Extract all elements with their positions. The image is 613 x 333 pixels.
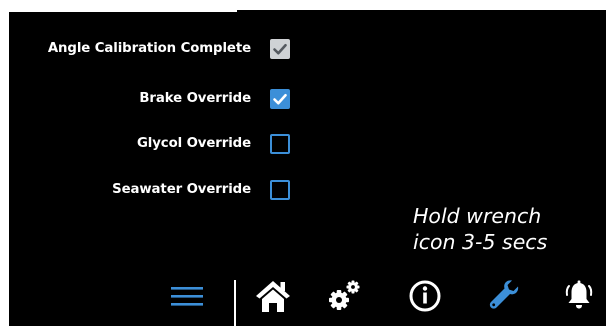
- angle-calibration-checkbox[interactable]: [270, 39, 290, 59]
- top-strip: [9, 10, 237, 12]
- toolbar-divider: [234, 280, 236, 326]
- option-label: Angle Calibration Complete: [47, 41, 251, 56]
- settings-panel: Angle Calibration Complete Brake Overrid…: [9, 10, 606, 326]
- option-label: Brake Override: [139, 91, 251, 106]
- option-seawater-override[interactable]: Seawater Override: [9, 179, 309, 205]
- screen: Angle Calibration Complete Brake Overrid…: [0, 0, 613, 333]
- option-label: Glycol Override: [136, 136, 251, 151]
- menu-icon[interactable]: [168, 275, 208, 315]
- checkmark-icon: [273, 43, 287, 55]
- info-icon[interactable]: [405, 275, 445, 315]
- glycol-override-checkbox[interactable]: [270, 134, 290, 154]
- home-icon[interactable]: [253, 275, 293, 315]
- option-brake-override[interactable]: Brake Override: [9, 88, 309, 114]
- brake-override-checkbox[interactable]: [270, 89, 290, 109]
- checkmark-icon: [273, 93, 287, 105]
- wrench-hint: Hold wrench icon 3-5 secs: [413, 203, 547, 255]
- hint-line-2: icon 3-5 secs: [413, 230, 548, 254]
- seawater-override-checkbox[interactable]: [270, 180, 290, 200]
- hint-line-1: Hold wrench: [413, 204, 542, 228]
- option-label: Seawater Override: [112, 182, 251, 197]
- option-glycol-override[interactable]: Glycol Override: [9, 133, 309, 159]
- alarm-bell-icon[interactable]: [559, 275, 599, 315]
- gears-icon[interactable]: [325, 275, 365, 315]
- wrench-icon[interactable]: [483, 275, 523, 315]
- option-angle-calibration[interactable]: Angle Calibration Complete: [9, 38, 309, 64]
